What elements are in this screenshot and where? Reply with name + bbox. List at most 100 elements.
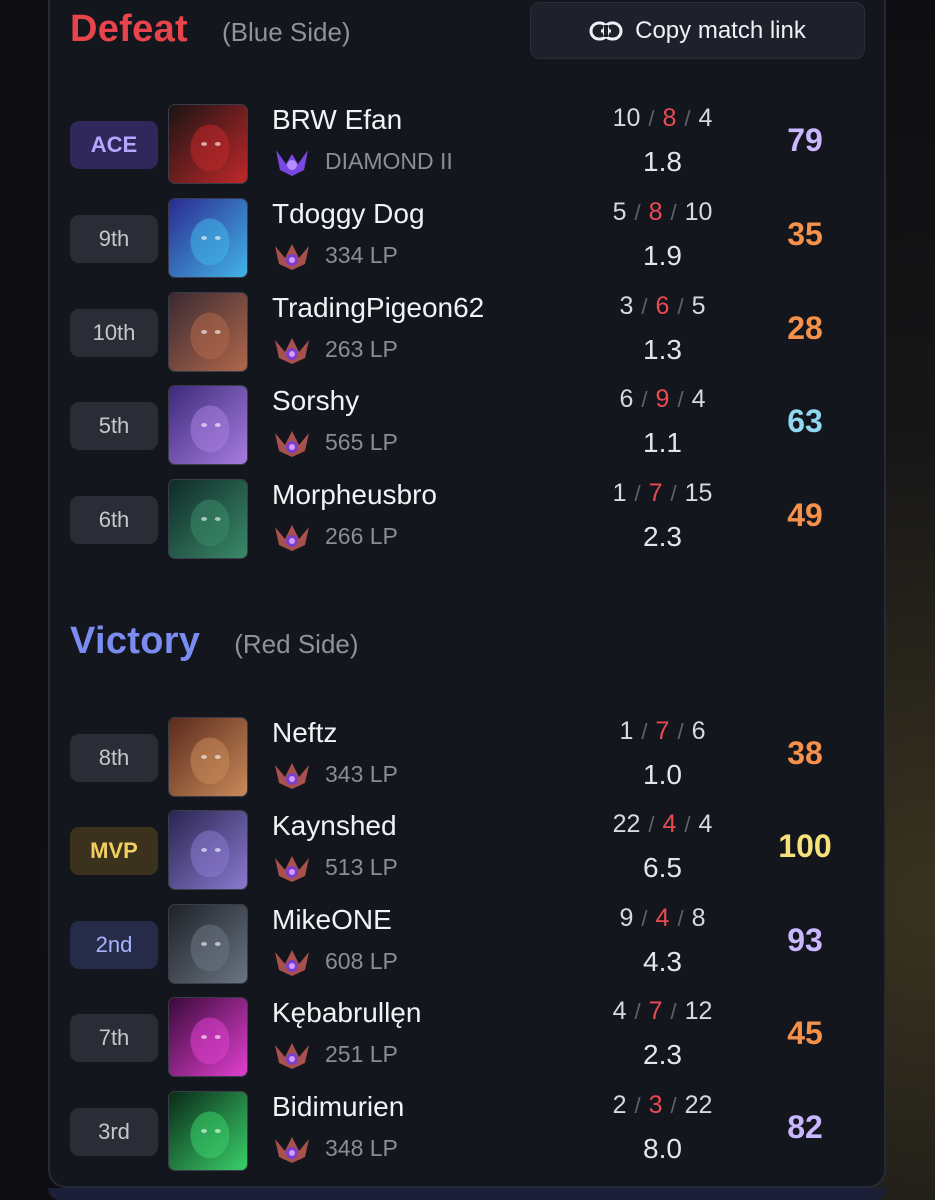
performance-score: 79 [787,122,823,158]
kda-ratio: 1.0 [643,759,682,790]
kda-separator: / [648,812,655,837]
kills: 10 [612,104,641,132]
kills: 9 [619,904,634,932]
kda-separator: / [634,481,641,506]
master-emblem-icon [272,1037,312,1071]
champion-portrait[interactable] [168,479,248,559]
player-name[interactable]: TradingPigeon62 [272,292,484,324]
player-row[interactable]: 8th Neftz 343 LP 1 / 7 / 6 1.0 38 [0,717,935,807]
rank-info: 266 LP [272,519,398,553]
assists: 8 [691,904,706,932]
kills: 22 [612,810,641,838]
master-emblem-icon [272,757,312,791]
kda-separator: / [677,294,684,319]
champion-portrait[interactable] [168,292,248,372]
player-row[interactable]: 2nd MikeONE 608 LP 9 / 4 / 8 4.3 93 [0,904,935,994]
deaths: 4 [655,904,670,932]
rank-info: 251 LP [272,1037,398,1071]
performance-score: 93 [787,922,823,958]
placement-badge: MVP [70,827,158,875]
kills: 5 [612,198,627,226]
champion-portrait[interactable] [168,198,248,278]
assists: 10 [684,198,713,226]
deaths: 7 [648,997,663,1025]
rank-text: 608 LP [325,947,398,974]
player-row[interactable]: 10th TradingPigeon62 263 LP 3 / 6 / 5 1.3 28 [0,292,935,382]
player-name[interactable]: Neftz [272,717,337,749]
player-row[interactable]: 6th Morpheusbro 266 LP 1 / 7 / 15 2.3 49 [0,479,935,569]
master-emblem-icon [272,332,312,366]
kda-separator: / [634,999,641,1024]
champion-portrait[interactable] [168,104,248,184]
kda-separator: / [677,387,684,412]
player-name[interactable]: MikeONE [272,904,392,936]
master-emblem-icon [272,850,312,884]
kda-separator: / [677,906,684,931]
kda-ratio: 1.3 [643,334,682,365]
assists: 15 [684,479,713,507]
team-side: (Red Side) [234,629,359,659]
kda-separator: / [670,481,677,506]
deaths: 9 [655,385,670,413]
kills: 4 [612,997,627,1025]
player-row[interactable]: 9th Tdoggy Dog 334 LP 5 / 8 / 10 1.9 35 [0,198,935,288]
placement-badge: 9th [70,215,158,263]
champion-portrait[interactable] [168,810,248,890]
kda-ratio: 1.9 [643,240,682,271]
deaths: 7 [648,479,663,507]
player-name[interactable]: Sorshy [272,385,359,417]
deaths: 4 [662,810,677,838]
player-row[interactable]: MVP Kaynshed 513 LP 22 / 4 / 4 6.5 100 [0,810,935,900]
rank-text: 251 LP [325,1040,398,1067]
kda-separator: / [641,294,648,319]
player-name[interactable]: Kębabrullęn [272,997,421,1029]
copy-match-link-button[interactable]: Copy match link [530,2,865,59]
kda-ratio: 6.5 [643,852,682,883]
kda-line: 3 / 6 / 5 [560,292,765,321]
champion-portrait[interactable] [168,385,248,465]
kda-separator: / [670,200,677,225]
kda-separator: / [684,106,691,131]
champion-portrait[interactable] [168,997,248,1077]
player-name[interactable]: BRW Efan [272,104,402,136]
assists: 6 [691,717,706,745]
kda-separator: / [634,1093,641,1118]
deaths: 8 [662,104,677,132]
placement-badge: 7th [70,1014,158,1062]
master-emblem-icon [272,238,312,272]
placement-badge: 2nd [70,921,158,969]
kda-separator: / [670,999,677,1024]
kda-line: 4 / 7 / 12 [560,997,765,1026]
rank-info: 565 LP [272,425,398,459]
kda-separator: / [641,906,648,931]
player-name[interactable]: Bidimurien [272,1091,404,1123]
player-row[interactable]: 3rd Bidimurien 348 LP 2 / 3 / 22 8.0 82 [0,1091,935,1181]
placement-badge: 5th [70,402,158,450]
player-row[interactable]: 7th Kębabrullęn 251 LP 4 / 7 / 12 2.3 45 [0,997,935,1087]
champion-portrait[interactable] [168,904,248,984]
performance-score: 45 [787,1015,823,1051]
master-emblem-icon [272,425,312,459]
placement-badge: 10th [70,309,158,357]
assists: 5 [691,292,706,320]
team-result: Defeat [70,8,188,50]
kills: 2 [612,1091,627,1119]
assists: 4 [698,104,713,132]
placement-badge: ACE [70,121,158,169]
player-name[interactable]: Kaynshed [272,810,397,842]
placement-badge: 8th [70,734,158,782]
kda-line: 1 / 7 / 15 [560,479,765,508]
kda-ratio: 1.8 [643,146,682,177]
kda-separator: / [648,106,655,131]
player-row[interactable]: ACE BRW Efan DIAMOND II 10 / 8 / 4 1.8 79 [0,104,935,194]
rank-text: 334 LP [325,241,398,268]
kda-ratio: 8.0 [643,1133,682,1164]
kills: 3 [619,292,634,320]
champion-portrait[interactable] [168,1091,248,1171]
kda-line: 6 / 9 / 4 [560,385,765,414]
player-row[interactable]: 5th Sorshy 565 LP 6 / 9 / 4 1.1 63 [0,385,935,475]
player-name[interactable]: Morpheusbro [272,479,437,511]
deaths: 8 [648,198,663,226]
champion-portrait[interactable] [168,717,248,797]
player-name[interactable]: Tdoggy Dog [272,198,425,230]
